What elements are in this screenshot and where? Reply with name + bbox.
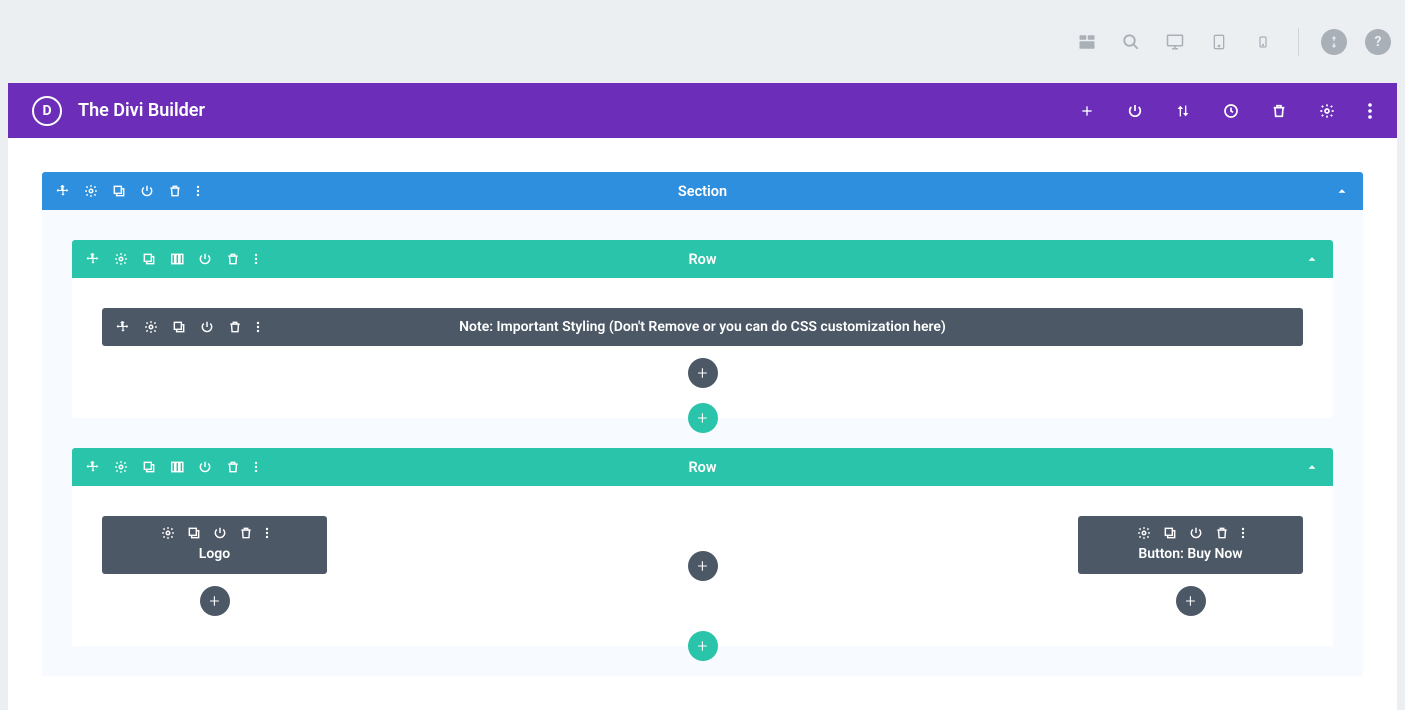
section-bar-icons (56, 184, 200, 198)
trash-icon[interactable] (226, 252, 240, 266)
row-label: Row (688, 251, 716, 268)
row-bar[interactable]: Row (72, 240, 1333, 278)
section-label: Section (678, 183, 727, 200)
power-icon[interactable] (200, 320, 214, 334)
builder-header: D The Divi Builder (8, 83, 1397, 138)
duplicate-icon[interactable] (172, 320, 186, 334)
section-bar[interactable]: Section (42, 172, 1363, 210)
module-button[interactable]: Button: Buy Now (1078, 516, 1303, 574)
gear-icon[interactable] (1137, 526, 1151, 540)
power-icon[interactable] (1127, 103, 1143, 119)
trash-icon[interactable] (1215, 526, 1229, 540)
divi-logo: D (32, 96, 62, 126)
duplicate-icon[interactable] (142, 252, 156, 266)
add-row-button[interactable]: + (688, 403, 718, 433)
add-icon[interactable] (1079, 103, 1095, 119)
power-icon[interactable] (213, 526, 227, 540)
wireframe-view-icon[interactable] (1074, 29, 1100, 55)
builder-title: The Divi Builder (78, 100, 1079, 121)
top-toolbar: ? (0, 0, 1405, 83)
content-area: Section Row (8, 138, 1397, 710)
more-icon[interactable] (254, 460, 258, 474)
module-button-label: Button: Buy Now (1092, 546, 1289, 562)
portability-icon[interactable] (1321, 29, 1347, 55)
header-actions (1079, 103, 1373, 119)
gear-icon[interactable] (114, 460, 128, 474)
zoom-icon[interactable] (1118, 29, 1144, 55)
more-icon[interactable] (196, 184, 200, 198)
more-icon[interactable] (1241, 526, 1245, 540)
power-icon[interactable] (140, 184, 154, 198)
move-icon[interactable] (86, 460, 100, 474)
more-icon[interactable] (265, 526, 269, 540)
power-icon[interactable] (198, 252, 212, 266)
gear-icon[interactable] (144, 320, 158, 334)
more-icon[interactable] (254, 252, 258, 266)
gear-icon[interactable] (84, 184, 98, 198)
row-bar[interactable]: Row (72, 448, 1333, 486)
module-bar-icons (116, 320, 260, 334)
columns-icon[interactable] (170, 252, 184, 266)
toolbar-divider (1298, 28, 1299, 56)
row-label: Row (688, 459, 716, 476)
section-body: Row Note: Important Styling (Don't Remov… (42, 210, 1363, 676)
duplicate-icon[interactable] (112, 184, 126, 198)
chevron-up-icon[interactable] (1335, 184, 1349, 198)
more-icon[interactable] (1367, 103, 1373, 119)
delete-icon[interactable] (1271, 103, 1287, 119)
add-module-button[interactable]: + (688, 551, 718, 581)
power-icon[interactable] (1189, 526, 1203, 540)
move-icon[interactable] (116, 320, 130, 334)
chevron-up-icon[interactable] (1305, 460, 1319, 474)
gear-icon[interactable] (114, 252, 128, 266)
module-icons (116, 526, 313, 540)
trash-icon[interactable] (168, 184, 182, 198)
history-icon[interactable] (1223, 103, 1239, 119)
duplicate-icon[interactable] (1163, 526, 1177, 540)
module-note[interactable]: Note: Important Styling (Don't Remove or… (102, 308, 1303, 346)
help-icon[interactable]: ? (1365, 29, 1391, 55)
row-wrapper-1: Row Note: Important Styling (Don't Remov… (72, 240, 1333, 418)
add-module-button[interactable]: + (200, 586, 230, 616)
gear-icon[interactable] (161, 526, 175, 540)
row-body-2: Logo + + (72, 486, 1333, 646)
trash-icon[interactable] (226, 460, 240, 474)
module-icons (1092, 526, 1289, 540)
desktop-view-icon[interactable] (1162, 29, 1188, 55)
move-icon[interactable] (86, 252, 100, 266)
chevron-up-icon[interactable] (1305, 252, 1319, 266)
row-body-1: Note: Important Styling (Don't Remove or… (72, 278, 1333, 418)
phone-view-icon[interactable] (1250, 29, 1276, 55)
add-module-button[interactable]: + (1176, 586, 1206, 616)
settings-icon[interactable] (1319, 103, 1335, 119)
move-icon[interactable] (56, 184, 70, 198)
duplicate-icon[interactable] (187, 526, 201, 540)
power-icon[interactable] (198, 460, 212, 474)
logo-letter: D (42, 103, 51, 119)
columns-icon[interactable] (170, 460, 184, 474)
row-wrapper-2: Row (72, 448, 1333, 646)
column-button: Button: Buy Now + (916, 516, 1303, 616)
module-note-label: Note: Important Styling (Don't Remove or… (459, 319, 946, 335)
add-row-button[interactable]: + (688, 631, 718, 661)
duplicate-icon[interactable] (142, 460, 156, 474)
row-bar-icons (86, 460, 258, 474)
column-logo: Logo + (102, 516, 489, 616)
three-column-layout: Logo + + (102, 516, 1303, 616)
row-bar-icons (86, 252, 258, 266)
column-center: + (509, 516, 896, 616)
module-logo[interactable]: Logo (102, 516, 327, 574)
sort-icon[interactable] (1175, 103, 1191, 119)
add-module-button[interactable]: + (688, 358, 718, 388)
trash-icon[interactable] (239, 526, 253, 540)
module-logo-label: Logo (116, 546, 313, 562)
tablet-view-icon[interactable] (1206, 29, 1232, 55)
more-icon[interactable] (256, 320, 260, 334)
trash-icon[interactable] (228, 320, 242, 334)
